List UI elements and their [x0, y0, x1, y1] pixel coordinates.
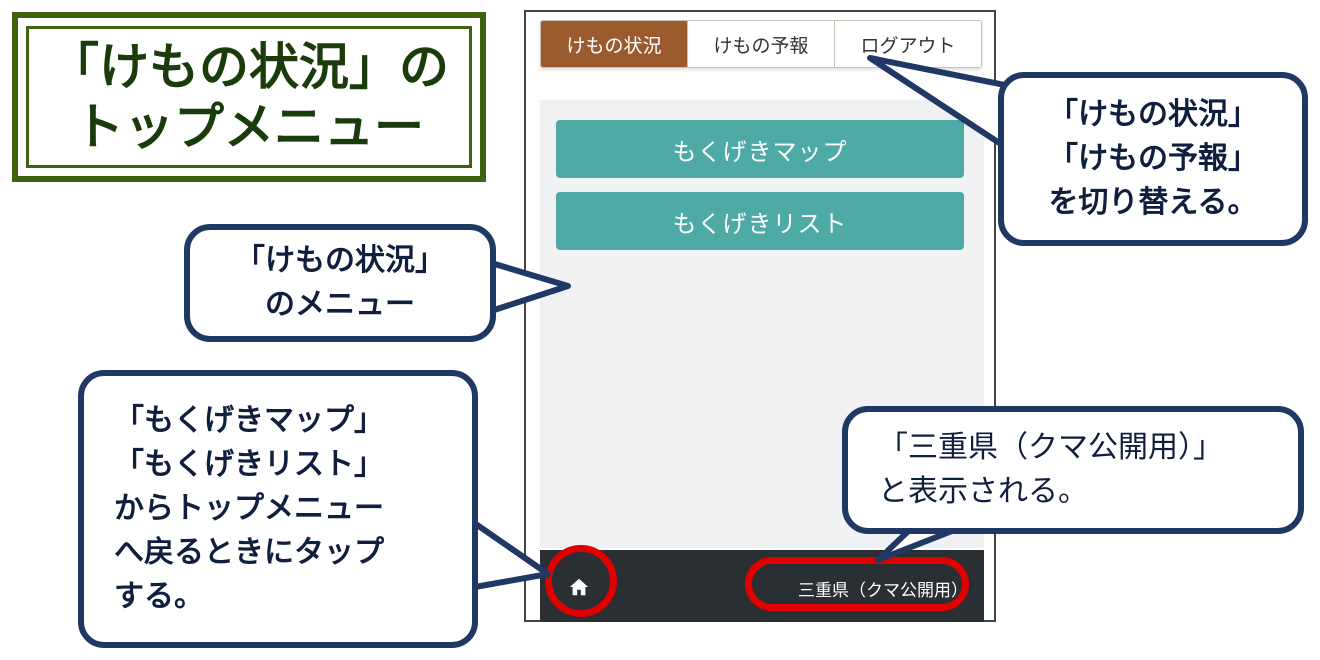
callout-region-line-2: と表示される。 [878, 474, 1088, 509]
title-line-2: トップメニュー [74, 98, 424, 156]
callout-menu-line-2: のメニュー [265, 287, 415, 322]
title-box: 「けもの状況」の トップメニュー [12, 12, 486, 182]
callout-tab-line-1: 「けもの状況」 [1048, 97, 1258, 132]
tab-logout[interactable]: ログアウト [835, 21, 981, 67]
title-inner-frame: 「けもの状況」の トップメニュー [26, 26, 472, 168]
callout-home-line-5: する。 [114, 579, 204, 614]
callout-home-button: 「もくげきマップ」 「もくげきリスト」 からトップメニュー へ戻るときにタップ … [78, 370, 478, 648]
callout-tab-line-2: 「けもの予報」 [1048, 141, 1258, 176]
callout-tab-line-3: を切り替える。 [1048, 185, 1258, 220]
callout-home-line-4: へ戻るときにタップ [114, 535, 384, 570]
callout-region-label: 「三重県（クマ公開用）」 と表示される。 [842, 406, 1304, 534]
callout-home-line-1: 「もくげきマップ」 [114, 403, 384, 438]
tab-bar: けもの状況 けもの予報 ログアウト [540, 20, 982, 68]
callout-status-menu: 「けもの状況」 のメニュー [184, 224, 496, 342]
callout-home-line-2: 「もくげきリスト」 [114, 447, 384, 482]
home-highlight-ring [545, 545, 617, 617]
sighting-list-button[interactable]: もくげきリスト [556, 192, 964, 250]
callout-tab-switch: 「けもの状況」 「けもの予報」 を切り替える。 [998, 72, 1308, 246]
region-highlight-ring [745, 557, 969, 611]
callout-menu-line-1: 「けもの状況」 [235, 243, 445, 278]
callout-region-line-1: 「三重県（クマ公開用）」 [878, 430, 1223, 465]
title-line-1: 「けもの状況」の [49, 38, 449, 96]
callout-home-line-3: からトップメニュー [114, 491, 384, 526]
tab-kemono-forecast[interactable]: けもの予報 [688, 21, 835, 67]
tab-kemono-status[interactable]: けもの状況 [541, 21, 688, 67]
sighting-map-button[interactable]: もくげきマップ [556, 120, 964, 178]
